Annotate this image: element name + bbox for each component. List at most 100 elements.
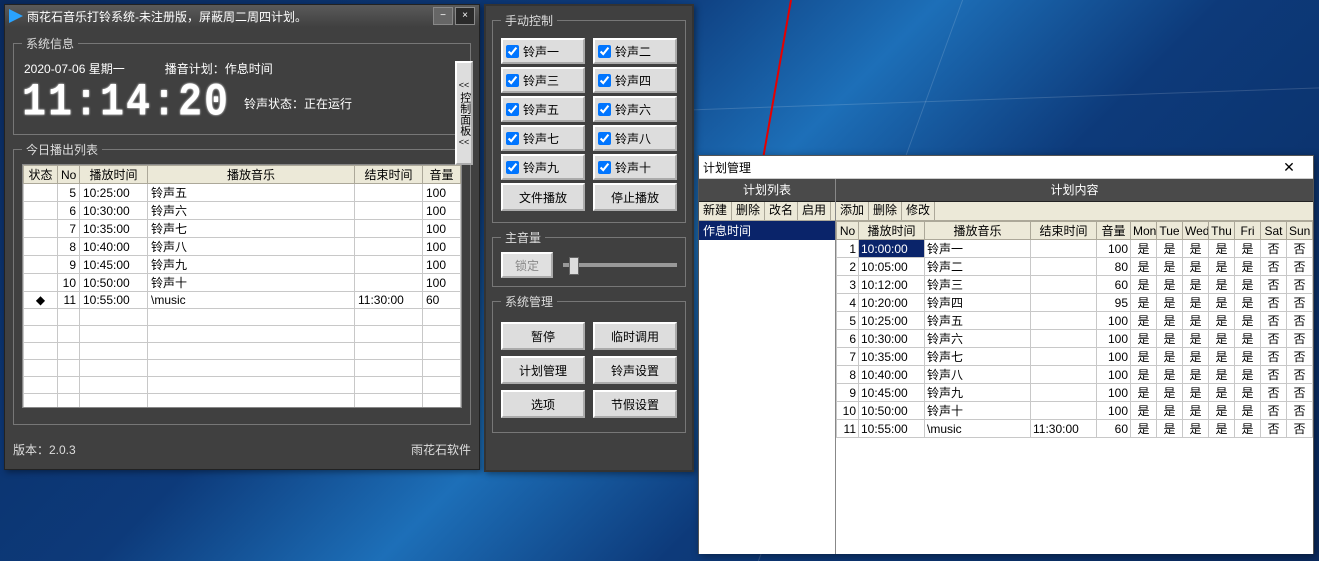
main-titlebar[interactable]: 雨花石音乐打铃系统-未注册版，屏蔽周二周四计划。 − × [5, 5, 479, 27]
ring-checkbox[interactable] [598, 161, 611, 174]
plan-list-panel: 计划列表 新建删除改名启用 作息时间 [699, 179, 836, 554]
ring-checkbox[interactable] [598, 45, 611, 58]
table-row[interactable]: 810:40:00铃声八100是是是是是否否 [837, 366, 1313, 384]
today-playlist-group: 今日播出列表 状态No播放时间播放音乐结束时间音量 510:25:00铃声五10… [13, 141, 471, 425]
column-header[interactable]: 播放音乐 [148, 166, 355, 184]
chevron-left-icon: << [459, 138, 470, 147]
table-row[interactable]: 710:35:00铃声七100 [24, 220, 461, 238]
toolbar-button[interactable]: 添加 [836, 202, 869, 220]
table-row[interactable]: ◆1110:55:00\music11:30:0060 [24, 292, 461, 309]
table-row[interactable]: 1010:50:00铃声十100 [24, 274, 461, 292]
column-header[interactable]: Tue [1157, 222, 1183, 240]
column-header[interactable]: 播放音乐 [925, 222, 1031, 240]
column-header[interactable]: 音量 [423, 166, 461, 184]
toolbar-button[interactable]: 启用 [798, 202, 831, 220]
column-header[interactable]: Sat [1261, 222, 1287, 240]
column-header[interactable]: 播放时间 [80, 166, 148, 184]
toolbar-button[interactable]: 删除 [732, 202, 765, 220]
ring-button[interactable]: 铃声二 [593, 38, 677, 64]
table-row[interactable] [24, 360, 461, 377]
ring-checkbox[interactable] [598, 103, 611, 116]
plan-titlebar[interactable]: 计划管理 ✕ [699, 156, 1313, 179]
column-header[interactable]: No [837, 222, 859, 240]
volume-lock-button[interactable]: 锁定 [501, 252, 553, 278]
table-row[interactable]: 710:35:00铃声七100是是是是是否否 [837, 348, 1313, 366]
ring-button[interactable]: 铃声三 [501, 67, 585, 93]
mgmt-button[interactable]: 暂停 [501, 322, 585, 350]
column-header[interactable]: 播放时间 [859, 222, 925, 240]
volume-slider[interactable] [563, 263, 677, 267]
table-row[interactable]: 810:40:00铃声八100 [24, 238, 461, 256]
table-row[interactable]: 910:45:00铃声九100是是是是是否否 [837, 384, 1313, 402]
toggle-control-panel-button[interactable]: << 控制面板 << [455, 61, 473, 165]
mgmt-button[interactable]: 计划管理 [501, 356, 585, 384]
version-label: 版本：2.0.3 [13, 441, 76, 458]
ring-checkbox[interactable] [598, 74, 611, 87]
stop-play-button[interactable]: 停止播放 [593, 183, 677, 211]
column-header[interactable]: Sun [1287, 222, 1313, 240]
file-play-button[interactable]: 文件播放 [501, 183, 585, 211]
table-row[interactable] [24, 343, 461, 360]
sys-plan: 播音计划：作息时间 [165, 60, 273, 77]
sys-date: 2020-07-06 星期一 [24, 60, 125, 77]
today-table[interactable]: 状态No播放时间播放音乐结束时间音量 510:25:00铃声五100610:30… [22, 164, 462, 408]
plan-content-table[interactable]: No播放时间播放音乐结束时间音量MonTueWedThuFriSatSun 11… [836, 221, 1313, 554]
ring-button[interactable]: 铃声五 [501, 96, 585, 122]
column-header[interactable]: 音量 [1097, 222, 1131, 240]
plan-content-toolbar: 添加删除修改 [836, 202, 1313, 221]
table-row[interactable] [24, 326, 461, 343]
column-header[interactable]: 状态 [24, 166, 58, 184]
minimize-button[interactable]: − [433, 7, 453, 25]
ring-checkbox[interactable] [506, 161, 519, 174]
table-row[interactable]: 610:30:00铃声六100 [24, 202, 461, 220]
table-row[interactable]: 610:30:00铃声六100是是是是是否否 [837, 330, 1313, 348]
table-row[interactable]: 110:00:00铃声一100是是是是是否否 [837, 240, 1313, 258]
table-row[interactable]: 410:20:00铃声四95是是是是是否否 [837, 294, 1313, 312]
toolbar-button[interactable]: 新建 [699, 202, 732, 220]
table-row[interactable]: 510:25:00铃声五100 [24, 184, 461, 202]
ring-button[interactable]: 铃声十 [593, 154, 677, 180]
ring-button[interactable]: 铃声九 [501, 154, 585, 180]
ring-checkbox[interactable] [506, 132, 519, 145]
column-header[interactable]: Wed [1183, 222, 1209, 240]
ring-button[interactable]: 铃声七 [501, 125, 585, 151]
table-row[interactable]: 910:45:00铃声九100 [24, 256, 461, 274]
ring-checkbox[interactable] [506, 45, 519, 58]
table-row[interactable] [24, 394, 461, 409]
mgmt-button[interactable]: 选项 [501, 390, 585, 418]
ring-button[interactable]: 铃声四 [593, 67, 677, 93]
ring-button[interactable]: 铃声六 [593, 96, 677, 122]
table-row[interactable]: 1010:50:00铃声十100是是是是是否否 [837, 402, 1313, 420]
table-row[interactable]: 310:12:00铃声三60是是是是是否否 [837, 276, 1313, 294]
toolbar-button[interactable]: 删除 [869, 202, 902, 220]
column-header[interactable]: Thu [1209, 222, 1235, 240]
table-row[interactable]: 1110:55:00\music11:30:0060是是是是是否否 [837, 420, 1313, 438]
mgmt-button[interactable]: 节假设置 [593, 390, 677, 418]
column-header[interactable]: Fri [1235, 222, 1261, 240]
column-header[interactable]: Mon [1131, 222, 1157, 240]
close-button[interactable]: × [455, 7, 475, 25]
column-header[interactable]: 结束时间 [1031, 222, 1097, 240]
ring-button[interactable]: 铃声八 [593, 125, 677, 151]
plan-title: 计划管理 [703, 159, 1269, 176]
ring-button[interactable]: 铃声一 [501, 38, 585, 64]
mgmt-button[interactable]: 铃声设置 [593, 356, 677, 384]
ring-checkbox[interactable] [506, 74, 519, 87]
table-row[interactable] [24, 309, 461, 326]
column-header[interactable]: No [58, 166, 80, 184]
plan-content-head: 计划内容 [836, 179, 1313, 202]
close-button[interactable]: ✕ [1269, 157, 1309, 177]
table-row[interactable]: 210:05:00铃声二80是是是是是否否 [837, 258, 1313, 276]
mgmt-button[interactable]: 临时调用 [593, 322, 677, 350]
table-row[interactable] [24, 377, 461, 394]
plan-list[interactable]: 作息时间 [699, 221, 835, 554]
column-header[interactable]: 结束时间 [355, 166, 423, 184]
ring-checkbox[interactable] [506, 103, 519, 116]
toolbar-button[interactable]: 改名 [765, 202, 798, 220]
volume-legend: 主音量 [501, 229, 545, 246]
ring-checkbox[interactable] [598, 132, 611, 145]
plan-list-item[interactable]: 作息时间 [699, 221, 835, 240]
table-row[interactable]: 510:25:00铃声五100是是是是是否否 [837, 312, 1313, 330]
plan-content-panel: 计划内容 添加删除修改 No播放时间播放音乐结束时间音量MonTueWedThu… [836, 179, 1313, 554]
toolbar-button[interactable]: 修改 [902, 202, 935, 220]
